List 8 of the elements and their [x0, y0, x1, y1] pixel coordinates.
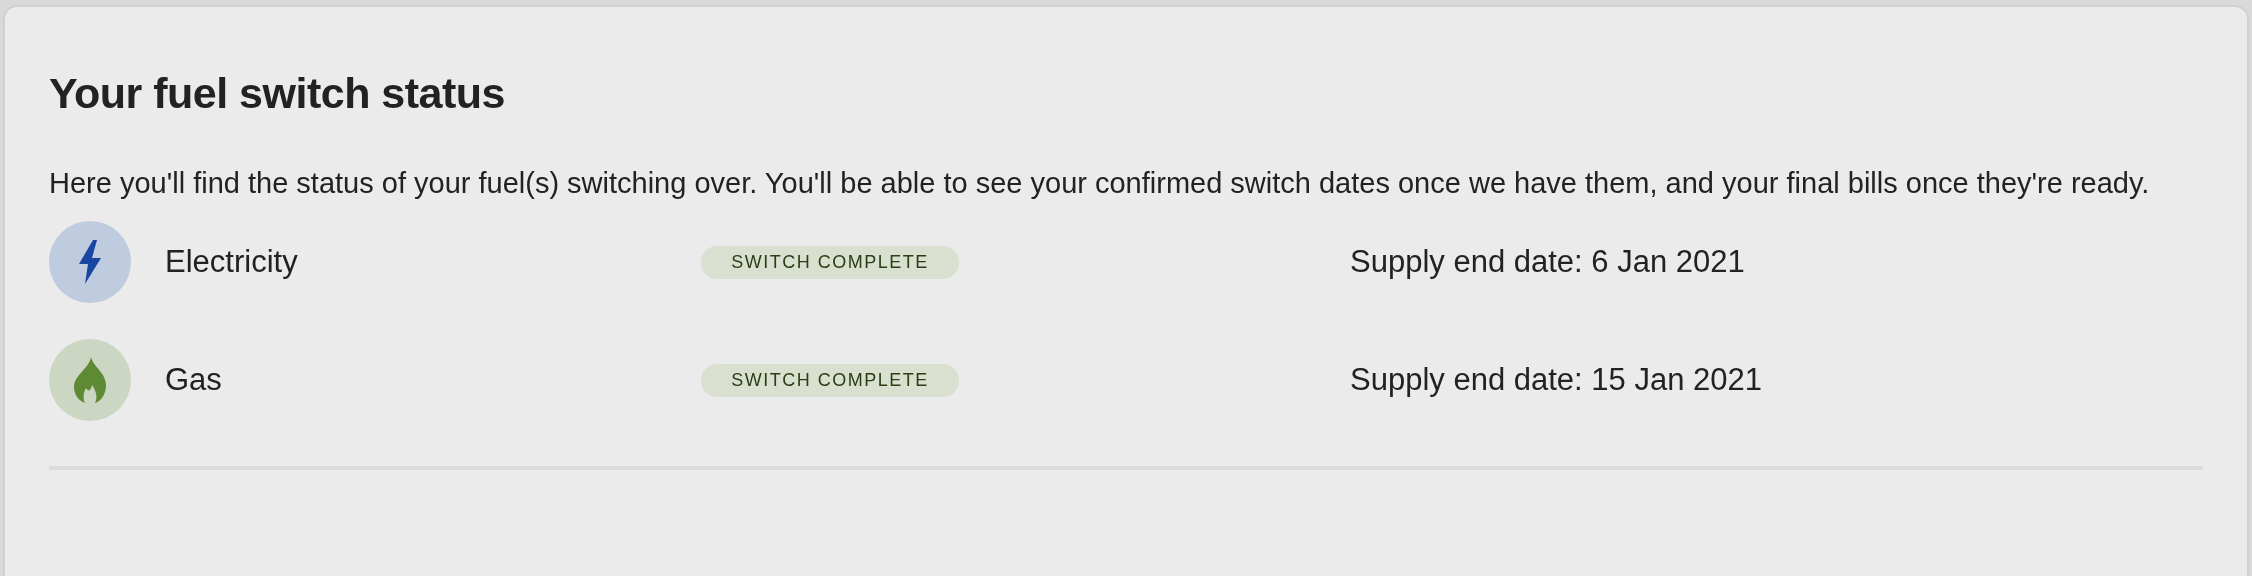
status-badge: SWITCH COMPLETE	[701, 363, 959, 397]
supply-end-date: Supply end date: 15 Jan 2021	[1350, 362, 1762, 398]
supply-end-date: Supply end date: 6 Jan 2021	[1350, 244, 1745, 280]
fuel-name: Gas	[165, 362, 223, 398]
fuel-name: Electricity	[165, 244, 299, 280]
status-badge: SWITCH COMPLETE	[701, 245, 959, 279]
intro-paragraph: Here you'll find the status of your fuel(s) switching over. You'll be able to see your confirmed switch dates once we have them, and your final bills once they're ready.	[49, 166, 2151, 201]
card-title: Your fuel switch status	[49, 68, 506, 119]
